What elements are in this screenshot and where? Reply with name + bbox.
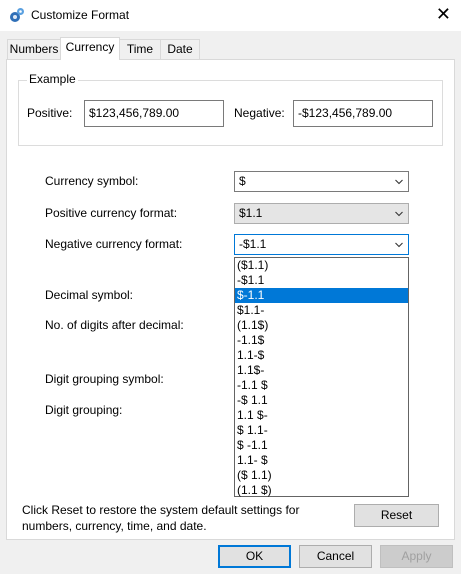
dropdown-option[interactable]: $ 1.1- bbox=[235, 423, 408, 438]
positive-format-label: Positive currency format: bbox=[45, 206, 178, 220]
dropdown-option[interactable]: 1.1$- bbox=[235, 363, 408, 378]
positive-example-field[interactable]: $123,456,789.00 bbox=[84, 100, 224, 127]
negative-example-field[interactable]: -$123,456,789.00 bbox=[293, 100, 433, 127]
tab-date[interactable]: Date bbox=[160, 39, 200, 59]
tab-currency[interactable]: Currency bbox=[60, 37, 120, 60]
window-title: Customize Format bbox=[31, 8, 130, 22]
dropdown-option[interactable]: 1.1 $- bbox=[235, 408, 408, 423]
tab-numbers[interactable]: Numbers bbox=[7, 39, 61, 59]
example-legend: Example bbox=[27, 72, 78, 86]
tab-time[interactable]: Time bbox=[119, 39, 161, 59]
negative-label: Negative: bbox=[234, 106, 285, 120]
currency-symbol-value: $ bbox=[239, 174, 246, 188]
negative-format-label: Negative currency format: bbox=[45, 237, 183, 251]
positive-format-combo[interactable]: $1.1 bbox=[234, 203, 409, 224]
dropdown-option[interactable]: -$ 1.1 bbox=[235, 393, 408, 408]
reset-button[interactable]: Reset bbox=[354, 504, 439, 527]
currency-symbol-combo[interactable]: $ bbox=[234, 171, 409, 192]
dropdown-option[interactable]: 1.1- $ bbox=[235, 453, 408, 468]
title-bar: Customize Format ✕ bbox=[0, 0, 461, 31]
apply-button: Apply bbox=[380, 545, 453, 568]
chevron-down-icon bbox=[395, 179, 403, 185]
dropdown-option[interactable]: -1.1 $ bbox=[235, 378, 408, 393]
reset-note: Click Reset to restore the system defaul… bbox=[22, 503, 300, 533]
negative-format-value: -$1.1 bbox=[239, 237, 267, 251]
chevron-down-icon bbox=[395, 211, 403, 217]
ok-button[interactable]: OK bbox=[218, 545, 291, 568]
dropdown-option[interactable]: -1.1$ bbox=[235, 333, 408, 348]
currency-symbol-label: Currency symbol: bbox=[45, 174, 139, 188]
dropdown-option[interactable]: $-1.1 bbox=[235, 288, 408, 303]
positive-label: Positive: bbox=[27, 106, 73, 120]
dropdown-option[interactable]: ($1.1) bbox=[235, 258, 408, 273]
dropdown-option[interactable]: 1.1-$ bbox=[235, 348, 408, 363]
digit-grouping-label: Digit grouping: bbox=[45, 403, 123, 417]
close-icon[interactable]: ✕ bbox=[436, 4, 451, 24]
dropdown-option[interactable]: $ -1.1 bbox=[235, 438, 408, 453]
negative-format-dropdown-list: ($1.1) -$1.1 $-1.1 $1.1- (1.1$) -1.1$ 1.1-$ 1.1… bbox=[234, 257, 409, 497]
dropdown-option[interactable]: -$1.1 bbox=[235, 273, 408, 288]
negative-format-combo[interactable]: -$1.1 bbox=[234, 234, 409, 255]
decimal-symbol-label: Decimal symbol: bbox=[45, 288, 134, 302]
region-settings-icon bbox=[10, 8, 24, 22]
digits-after-decimal-label: No. of digits after decimal: bbox=[45, 318, 184, 332]
dropdown-option[interactable]: $1.1- bbox=[235, 303, 408, 318]
chevron-down-icon bbox=[395, 242, 403, 248]
cancel-button[interactable]: Cancel bbox=[299, 545, 372, 568]
positive-format-value: $1.1 bbox=[239, 206, 263, 220]
dropdown-option[interactable]: (1.1 $) bbox=[235, 483, 408, 498]
dropdown-option[interactable]: ($ 1.1) bbox=[235, 468, 408, 483]
dropdown-option[interactable]: (1.1$) bbox=[235, 318, 408, 333]
digit-grouping-symbol-label: Digit grouping symbol: bbox=[45, 372, 164, 386]
